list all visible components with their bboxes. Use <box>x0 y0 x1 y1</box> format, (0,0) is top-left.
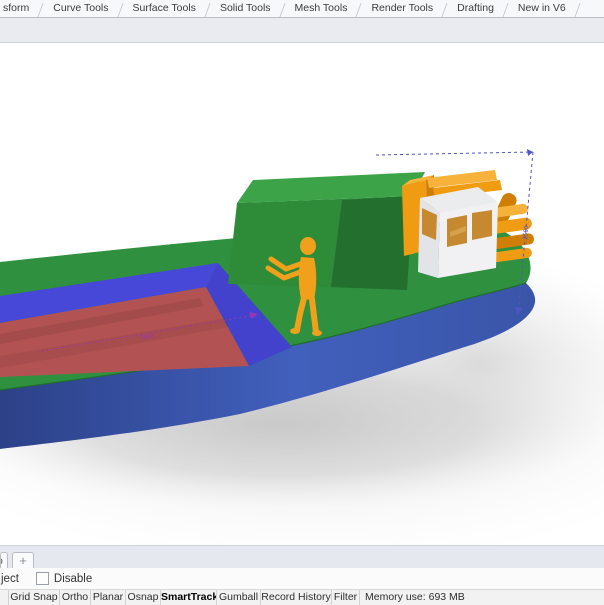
status-osnap[interactable]: Osnap <box>126 590 161 605</box>
status-record-history[interactable]: Record History <box>261 590 332 605</box>
new-viewport-tab-button[interactable]: + <box>12 552 34 568</box>
status-memory-use: Memory use: 693 MB <box>360 590 604 605</box>
rhino-window: { "ribbon": { "tabs": [ {"label": "sform… <box>0 0 604 604</box>
figure-head <box>300 237 316 255</box>
toolbar-strip <box>0 18 604 43</box>
tab-render-tools[interactable]: Render Tools <box>359 0 445 17</box>
dim-height-top-line <box>376 152 533 155</box>
deckhouse-shaded-face <box>331 196 413 290</box>
tab-curve-tools[interactable]: Curve Tools <box>41 0 120 17</box>
cabin-window-right <box>472 210 492 240</box>
tab-drafting[interactable]: Drafting <box>445 0 506 17</box>
status-ortho[interactable]: Ortho <box>60 590 91 605</box>
disable-checkbox[interactable] <box>36 572 49 585</box>
figure-leg-right <box>312 299 316 332</box>
osnap-bar: ject Disable <box>0 568 604 589</box>
viewport-tab-bar: o + <box>0 545 604 568</box>
viewport-canvas[interactable]: 5000 <box>0 43 604 545</box>
status-filter[interactable]: Filter <box>332 590 360 605</box>
perspective-viewport[interactable]: 5000 <box>0 43 604 545</box>
tab-surface-tools[interactable]: Surface Tools <box>121 0 208 17</box>
wheelhouse-cabin <box>418 187 498 278</box>
tab-new-in-v6[interactable]: New in V6 <box>506 0 578 17</box>
disable-label[interactable]: Disable <box>54 573 92 585</box>
status-bar: Grid Snap Ortho Planar Osnap SmartTrack … <box>0 589 604 605</box>
viewport-tab-partial[interactable]: o <box>0 552 8 568</box>
tab-solid-tools[interactable]: Solid Tools <box>208 0 283 17</box>
ribbon-tab-bar: sform Curve Tools Surface Tools Solid To… <box>0 0 604 18</box>
status-smarttrack[interactable]: SmartTrack <box>161 590 217 605</box>
osnap-project-label-partial[interactable]: ject <box>1 573 19 585</box>
dim-height-arrow-top <box>527 149 533 156</box>
status-spacer <box>0 590 9 605</box>
status-grid-snap[interactable]: Grid Snap <box>9 590 60 605</box>
status-planar[interactable]: Planar <box>91 590 126 605</box>
ribbon-empty-area <box>578 0 604 17</box>
status-gumball[interactable]: Gumball <box>217 590 261 605</box>
figure-foot-right <box>312 330 322 336</box>
figure-foot-left <box>290 328 300 334</box>
tab-mesh-tools[interactable]: Mesh Tools <box>283 0 360 17</box>
tab-transform-partial[interactable]: sform <box>0 0 41 17</box>
dim-height-value: 2500 <box>522 225 530 240</box>
